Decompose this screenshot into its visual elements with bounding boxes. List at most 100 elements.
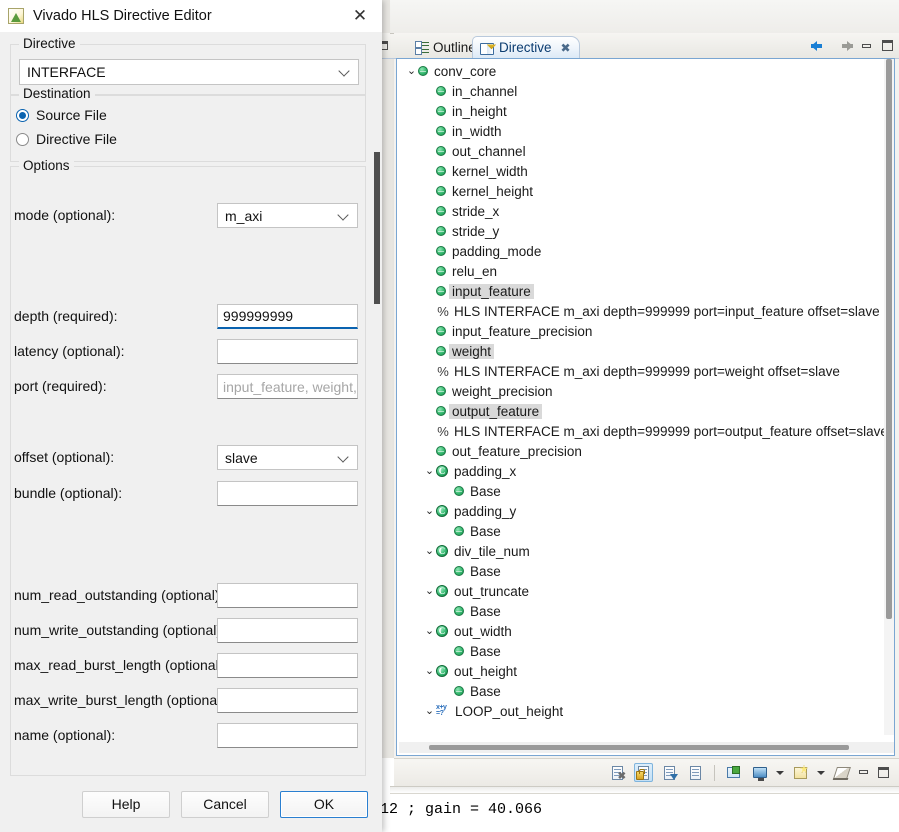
tree-indent-spacer: · — [423, 406, 436, 417]
tree-row[interactable]: · stride_y — [397, 221, 894, 241]
tree-row[interactable]: · out_channel — [397, 141, 894, 161]
tree-row[interactable]: · padding_mode — [397, 241, 894, 261]
toolbar-maximize-icon[interactable] — [877, 766, 889, 779]
tree-row[interactable]: · Base — [397, 521, 894, 541]
input-num-read-outstanding[interactable] — [217, 583, 358, 608]
directive-type-combo[interactable]: INTERFACE — [19, 59, 359, 85]
combo-offset[interactable]: slave — [217, 445, 358, 470]
tree-row-label: stride_x — [452, 203, 500, 219]
input-num-write-outstanding[interactable] — [217, 618, 358, 643]
tree-row-label: kernel_height — [452, 183, 534, 199]
dialog-scrollbar[interactable] — [373, 64, 382, 806]
close-icon[interactable]: ✖ — [561, 42, 571, 54]
chevron-down-icon[interactable]: ⌄ — [423, 625, 436, 637]
tree-vertical-scroll-thumb[interactable] — [886, 59, 892, 619]
chevron-down-icon[interactable]: ⌄ — [423, 665, 436, 677]
tree-row[interactable]: · stride_x — [397, 201, 894, 221]
back-arrow-icon[interactable] — [811, 40, 828, 53]
tree-row[interactable]: · Base — [397, 641, 894, 661]
tree-row[interactable]: · Base — [397, 601, 894, 621]
tree-row[interactable]: · weight — [397, 341, 894, 361]
chevron-down-icon-newdoc[interactable] — [817, 769, 825, 777]
tree-row-label: HLS INTERFACE m_axi depth=999999 port=ou… — [454, 423, 888, 439]
input-bundle[interactable] — [217, 481, 358, 506]
ok-button[interactable]: OK — [280, 790, 368, 818]
clear-console-icon[interactable] — [832, 763, 851, 782]
tree-row[interactable]: · Base — [397, 481, 894, 501]
tree-row[interactable]: · kernel_width — [397, 161, 894, 181]
dialog-close-button[interactable]: ✕ — [338, 0, 382, 32]
toolbar-minimize-icon[interactable] — [858, 767, 870, 778]
tree-row[interactable]: ·% HLS INTERFACE m_axi depth=999999 port=… — [397, 361, 894, 381]
tree-row[interactable]: ⌄ Cdiv_tile_num — [397, 541, 894, 561]
variable-dot-icon — [436, 106, 446, 116]
dialog-title: Vivado HLS Directive Editor — [33, 8, 212, 24]
tree-row[interactable]: ·% HLS INTERFACE m_axi depth=999999 port=… — [397, 421, 894, 441]
input-name[interactable] — [217, 723, 358, 748]
remove-document-icon[interactable]: ✖ — [608, 763, 627, 782]
radio-source-file[interactable]: Source File — [16, 107, 107, 123]
input-port[interactable]: input_feature, weight, ou — [217, 374, 358, 399]
cancel-button[interactable]: Cancel — [181, 790, 269, 818]
tree-row[interactable]: ⌄ Cpadding_x — [397, 461, 894, 481]
chevron-down-icon[interactable]: ⌄ — [423, 705, 436, 717]
perspective-toolbar: Debug Synthesis 6𝘰 Analysis — [390, 0, 899, 34]
new-window-icon[interactable] — [724, 763, 743, 782]
minimize-icon[interactable] — [861, 41, 873, 52]
tree-row[interactable]: ⌄ x+y =? LOOP_out_height — [397, 701, 894, 721]
console-line: 312 ; gain = 40.066 — [371, 801, 543, 818]
input-latency[interactable] — [217, 339, 358, 364]
lock-document-icon[interactable] — [634, 763, 653, 782]
directive-view-panel: Outline Directive ✖ ⌄ conv_core · in_channe… — [394, 33, 899, 758]
tree-row[interactable]: · in_channel — [397, 81, 894, 101]
chevron-down-icon[interactable]: ⌄ — [423, 585, 436, 597]
tree-row[interactable]: · in_height — [397, 101, 894, 121]
tree-row[interactable]: · kernel_height — [397, 181, 894, 201]
tree-horizontal-scrollbar[interactable] — [399, 742, 894, 753]
console-monitor-icon[interactable] — [750, 763, 769, 782]
variable-dot-icon — [454, 566, 464, 576]
tree-row[interactable]: ⌄ Cout_truncate — [397, 581, 894, 601]
tree-row[interactable]: · out_feature_precision — [397, 441, 894, 461]
combo-mode[interactable]: m_axi — [217, 203, 358, 228]
tree-row[interactable]: · Base — [397, 561, 894, 581]
tree-row[interactable]: · in_width — [397, 121, 894, 141]
dialog-scroll-thumb[interactable] — [374, 152, 380, 304]
tab-directive[interactable]: Directive ✖ — [472, 36, 580, 58]
tree-vertical-scrollbar[interactable] — [884, 59, 894, 735]
tree-row[interactable]: ⌄ Cout_height — [397, 661, 894, 681]
tree-row[interactable]: ⌄ conv_core — [397, 61, 894, 81]
tree-row[interactable]: ⌄ Cout_width — [397, 621, 894, 641]
input-depth[interactable]: 999999999 — [217, 304, 358, 329]
tree-row[interactable]: · Base — [397, 681, 894, 701]
radio-directive-file[interactable]: Directive File — [16, 131, 117, 147]
tree-row[interactable]: ·% HLS INTERFACE m_axi depth=999999 port=… — [397, 301, 894, 321]
input-max-write-burst-length[interactable] — [217, 688, 358, 713]
tree-row-label: Base — [470, 563, 501, 579]
directive-tree[interactable]: ⌄ conv_core · in_channel · in_height · in_width… — [397, 61, 894, 737]
import-document-icon[interactable] — [660, 763, 679, 782]
chevron-down-icon[interactable]: ⌄ — [405, 65, 418, 77]
chevron-down-icon[interactable]: ⌄ — [423, 545, 436, 557]
tree-row[interactable]: · weight_precision — [397, 381, 894, 401]
tree-indent-spacer: · — [423, 86, 436, 97]
forward-arrow-icon[interactable] — [836, 40, 853, 53]
help-button[interactable]: Help — [82, 790, 170, 818]
tree-row[interactable]: · input_feature_precision — [397, 321, 894, 341]
input-max-read-burst-length[interactable] — [217, 653, 358, 678]
tree-indent-spacer: · — [423, 146, 436, 157]
tree-horizontal-scroll-thumb[interactable] — [429, 745, 849, 750]
tree-row[interactable]: · relu_en — [397, 261, 894, 281]
input-depth-value: 999999999 — [223, 308, 294, 324]
tree-row[interactable]: · output_feature — [397, 401, 894, 421]
chevron-down-icon[interactable]: ⌄ — [423, 465, 436, 477]
document-icon[interactable] — [686, 763, 705, 782]
tree-row[interactable]: ⌄ Cpadding_y — [397, 501, 894, 521]
label-mode: mode (optional): — [14, 207, 116, 223]
tree-row[interactable]: · input_feature — [397, 281, 894, 301]
chevron-down-icon[interactable]: ⌄ — [423, 505, 436, 517]
chevron-down-icon-monitor[interactable] — [776, 769, 784, 777]
maximize-icon[interactable] — [881, 40, 893, 52]
tree-indent-spacer: · — [441, 486, 454, 497]
new-document-icon[interactable] — [791, 763, 810, 782]
